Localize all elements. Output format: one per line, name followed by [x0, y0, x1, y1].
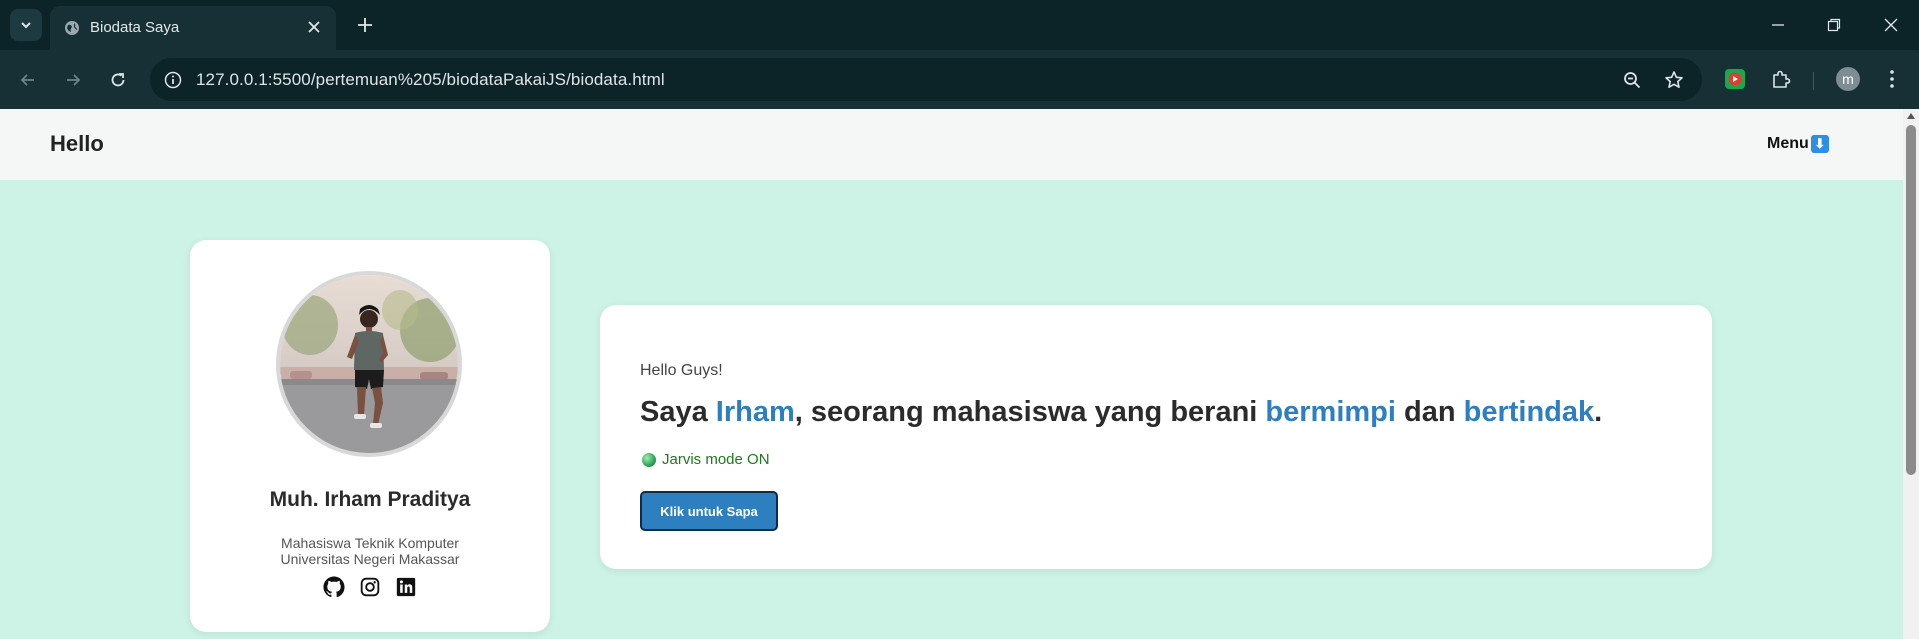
- arrow-right-icon: [67, 74, 81, 86]
- plus-icon: [358, 18, 372, 32]
- new-tab-button[interactable]: [352, 12, 378, 38]
- headline-part: , seorang mahasiswa yang berani: [794, 396, 1266, 428]
- tab-close-button[interactable]: [304, 17, 324, 37]
- greeting-text: Hello Guys!: [640, 362, 723, 379]
- instagram-icon: [360, 577, 380, 597]
- close-icon: [308, 21, 320, 33]
- tab-title: Biodata Saya: [90, 19, 180, 36]
- runner-photo-image: [280, 275, 458, 453]
- restore-button[interactable]: [1821, 12, 1847, 38]
- profile-role: Mahasiswa Teknik Komputer: [281, 535, 459, 551]
- site-brand[interactable]: Hello: [50, 131, 104, 157]
- profile-card: Muh. Irham Praditya Mahasiswa Teknik Kom…: [190, 240, 550, 632]
- chevron-down-icon: [21, 22, 31, 29]
- arrow-left-icon: [20, 74, 34, 86]
- headline: Saya Irham, seorang mahasiswa yang beran…: [640, 396, 1602, 429]
- reload-icon: [111, 73, 125, 87]
- social-links: [190, 576, 550, 598]
- bookmark-button[interactable]: [1662, 68, 1686, 92]
- arrow-down-emoji-icon: ⬇: [1810, 135, 1829, 153]
- profile-name: Muh. Irham Praditya: [269, 488, 471, 511]
- close-icon: [1884, 18, 1898, 32]
- intro-card: Hello Guys! Saya Irham, seorang mahasisw…: [600, 305, 1712, 569]
- headline-part: .: [1594, 396, 1603, 428]
- site-info-button[interactable]: [162, 69, 184, 91]
- status-indicator: Jarvis mode ON: [642, 451, 770, 468]
- browser-menu-button[interactable]: [1878, 65, 1906, 93]
- highlight-word-act: bertindak: [1463, 396, 1595, 428]
- reload-button[interactable]: [103, 65, 133, 95]
- close-window-button[interactable]: [1878, 12, 1904, 38]
- browser-toolbar: 127.0.0.1:5500/pertemuan%205/biodataPaka…: [0, 50, 1919, 109]
- scroll-thumb[interactable]: [1906, 125, 1916, 475]
- zoom-icon: [1624, 72, 1641, 89]
- scroll-up-icon[interactable]: [1907, 113, 1915, 119]
- highlight-word-dream: bermimpi: [1265, 396, 1396, 428]
- tab-search-button[interactable]: [10, 9, 42, 41]
- video-extension-icon: [1725, 69, 1745, 89]
- profile-university: Universitas Negeri Makassar: [280, 551, 460, 567]
- highlight-name: Irham: [715, 396, 795, 428]
- browser-tab[interactable]: Biodata Saya: [50, 6, 336, 50]
- url-text: 127.0.0.1:5500/pertemuan%205/biodataPaka…: [196, 70, 665, 89]
- menu-label: Menu: [1767, 135, 1809, 152]
- profile-avatar[interactable]: m: [1836, 67, 1860, 91]
- extensions-menu-button[interactable]: [1767, 65, 1795, 93]
- address-bar[interactable]: 127.0.0.1:5500/pertemuan%205/biodataPaka…: [150, 58, 1702, 101]
- headline-part: dan: [1395, 396, 1464, 428]
- extension-button[interactable]: [1721, 65, 1749, 93]
- menu-button[interactable]: Menu ⬇: [1767, 135, 1829, 153]
- back-button[interactable]: [13, 65, 43, 95]
- status-text: Jarvis mode ON: [662, 451, 770, 468]
- linkedin-link[interactable]: [395, 576, 417, 598]
- info-icon: [164, 71, 182, 89]
- kebab-menu-icon: [1890, 70, 1894, 88]
- page-scrollbar[interactable]: [1903, 109, 1919, 639]
- browser-tabstrip: Biodata Saya: [0, 0, 1919, 50]
- minimize-button[interactable]: [1765, 12, 1791, 38]
- profile-photo: [276, 271, 462, 457]
- site-navbar: Hello Menu ⬇: [0, 109, 1903, 180]
- globe-icon: [65, 21, 79, 35]
- headline-part: Saya: [640, 396, 716, 428]
- toolbar-separator: [1813, 72, 1814, 90]
- minimize-icon: [1772, 24, 1784, 26]
- github-link[interactable]: [323, 576, 345, 598]
- github-icon: [323, 576, 345, 598]
- page-viewport: Hello Menu ⬇ Muh. Irham Praditya Mahasis…: [0, 109, 1903, 639]
- green-circle-icon: [642, 452, 656, 467]
- instagram-link[interactable]: [359, 576, 381, 598]
- star-icon: [1665, 71, 1683, 88]
- puzzle-icon: [1773, 70, 1791, 88]
- forward-button[interactable]: [58, 65, 88, 95]
- zoom-button[interactable]: [1620, 68, 1644, 92]
- linkedin-icon: [396, 577, 416, 597]
- restore-icon: [1827, 18, 1841, 32]
- greet-button[interactable]: Klik untuk Sapa: [640, 491, 778, 531]
